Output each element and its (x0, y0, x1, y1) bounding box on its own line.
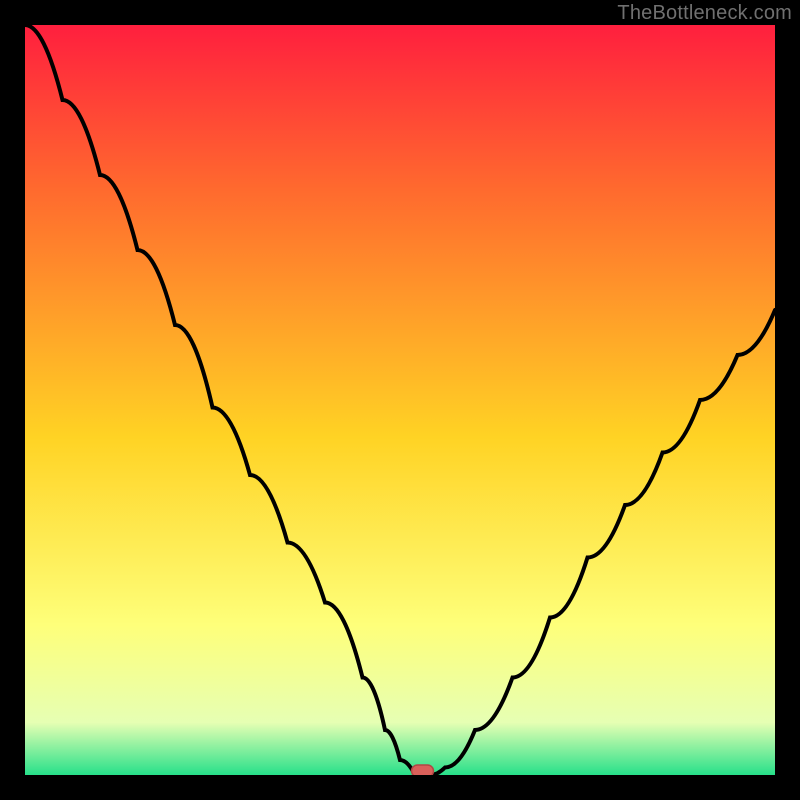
plot-svg (25, 25, 775, 775)
chart-frame: TheBottleneck.com (0, 0, 800, 800)
bottleneck-curve-plot (25, 25, 775, 775)
watermark-text: TheBottleneck.com (617, 2, 792, 25)
minimum-marker (412, 765, 434, 775)
gradient-background (25, 25, 775, 775)
